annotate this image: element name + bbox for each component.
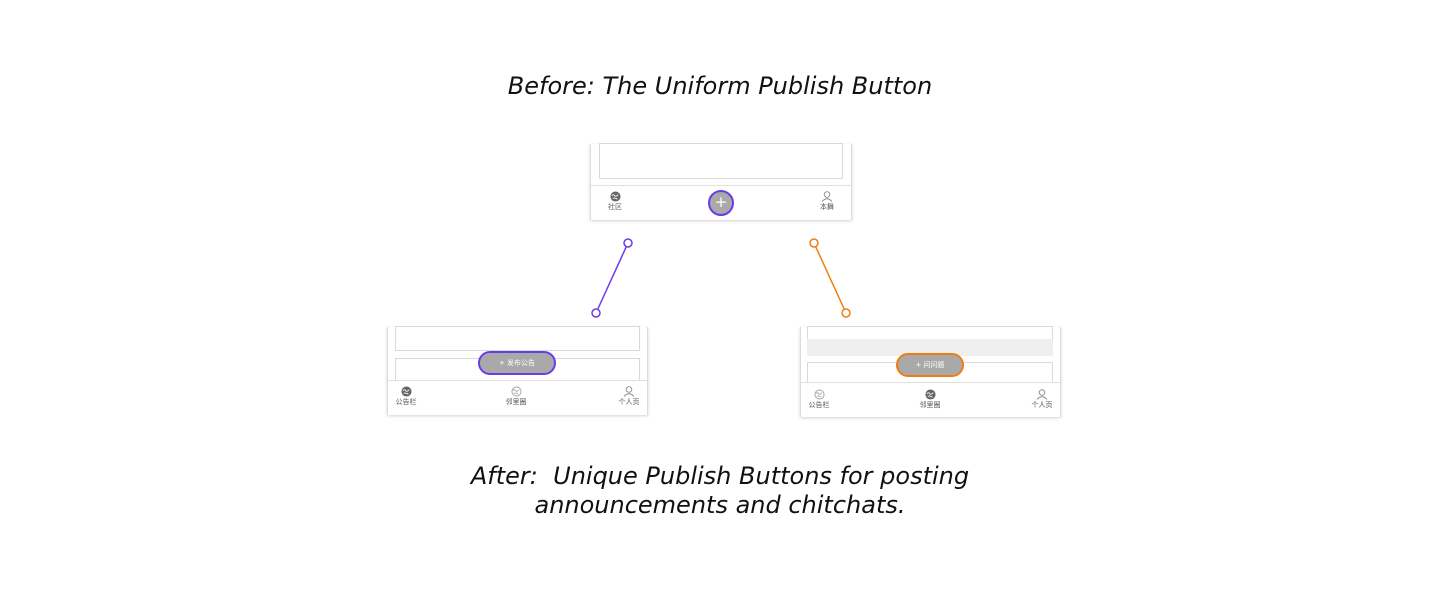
person-icon	[1036, 389, 1048, 400]
orange-connector-end	[841, 308, 851, 318]
orange-connector-start	[809, 238, 819, 248]
connectors	[591, 238, 851, 318]
person-icon	[623, 386, 635, 397]
orange-connector	[813, 242, 847, 314]
globe-icon	[400, 386, 412, 397]
purple-connector-end	[591, 308, 601, 318]
content-card	[395, 326, 640, 351]
globe-icon	[814, 389, 824, 400]
after-screen-announcements: 公告栏 邻里圈 个人页 + 发布公告	[387, 326, 648, 415]
publish-question-button[interactable]: + 问问题	[896, 353, 964, 377]
tab-bar: 公告栏 邻里圈 个人页	[801, 382, 1060, 417]
globe-icon	[511, 386, 521, 397]
tab-label: 公告栏	[395, 398, 417, 406]
tab-label: 公告栏	[808, 401, 830, 409]
purple-connector	[595, 242, 629, 314]
purple-connector-start	[623, 238, 633, 248]
tab-label: 邻里圈	[505, 398, 527, 406]
tab-neighborhood[interactable]: 邻里圈	[486, 386, 546, 407]
tab-neighborhood[interactable]: 邻里圈	[900, 389, 960, 410]
tab-bulletin[interactable]: 公告栏	[376, 386, 436, 407]
after-screen-questions: 公告栏 邻里圈 个人页 + 问问题	[800, 326, 1061, 417]
tab-bar: 公告栏 邻里圈 个人页	[388, 380, 647, 415]
tab-label: 个人页	[618, 398, 640, 406]
tab-bulletin[interactable]: 公告栏	[789, 389, 849, 410]
tab-label: 个人页	[1031, 401, 1053, 409]
globe-icon	[924, 389, 936, 400]
tab-personal[interactable]: 个人页	[599, 386, 659, 407]
tab-label: 邻里圈	[919, 401, 941, 409]
tab-personal[interactable]: 个人页	[1012, 389, 1072, 410]
content-card	[807, 326, 1053, 340]
publish-announcement-button[interactable]: + 发布公告	[478, 351, 556, 375]
